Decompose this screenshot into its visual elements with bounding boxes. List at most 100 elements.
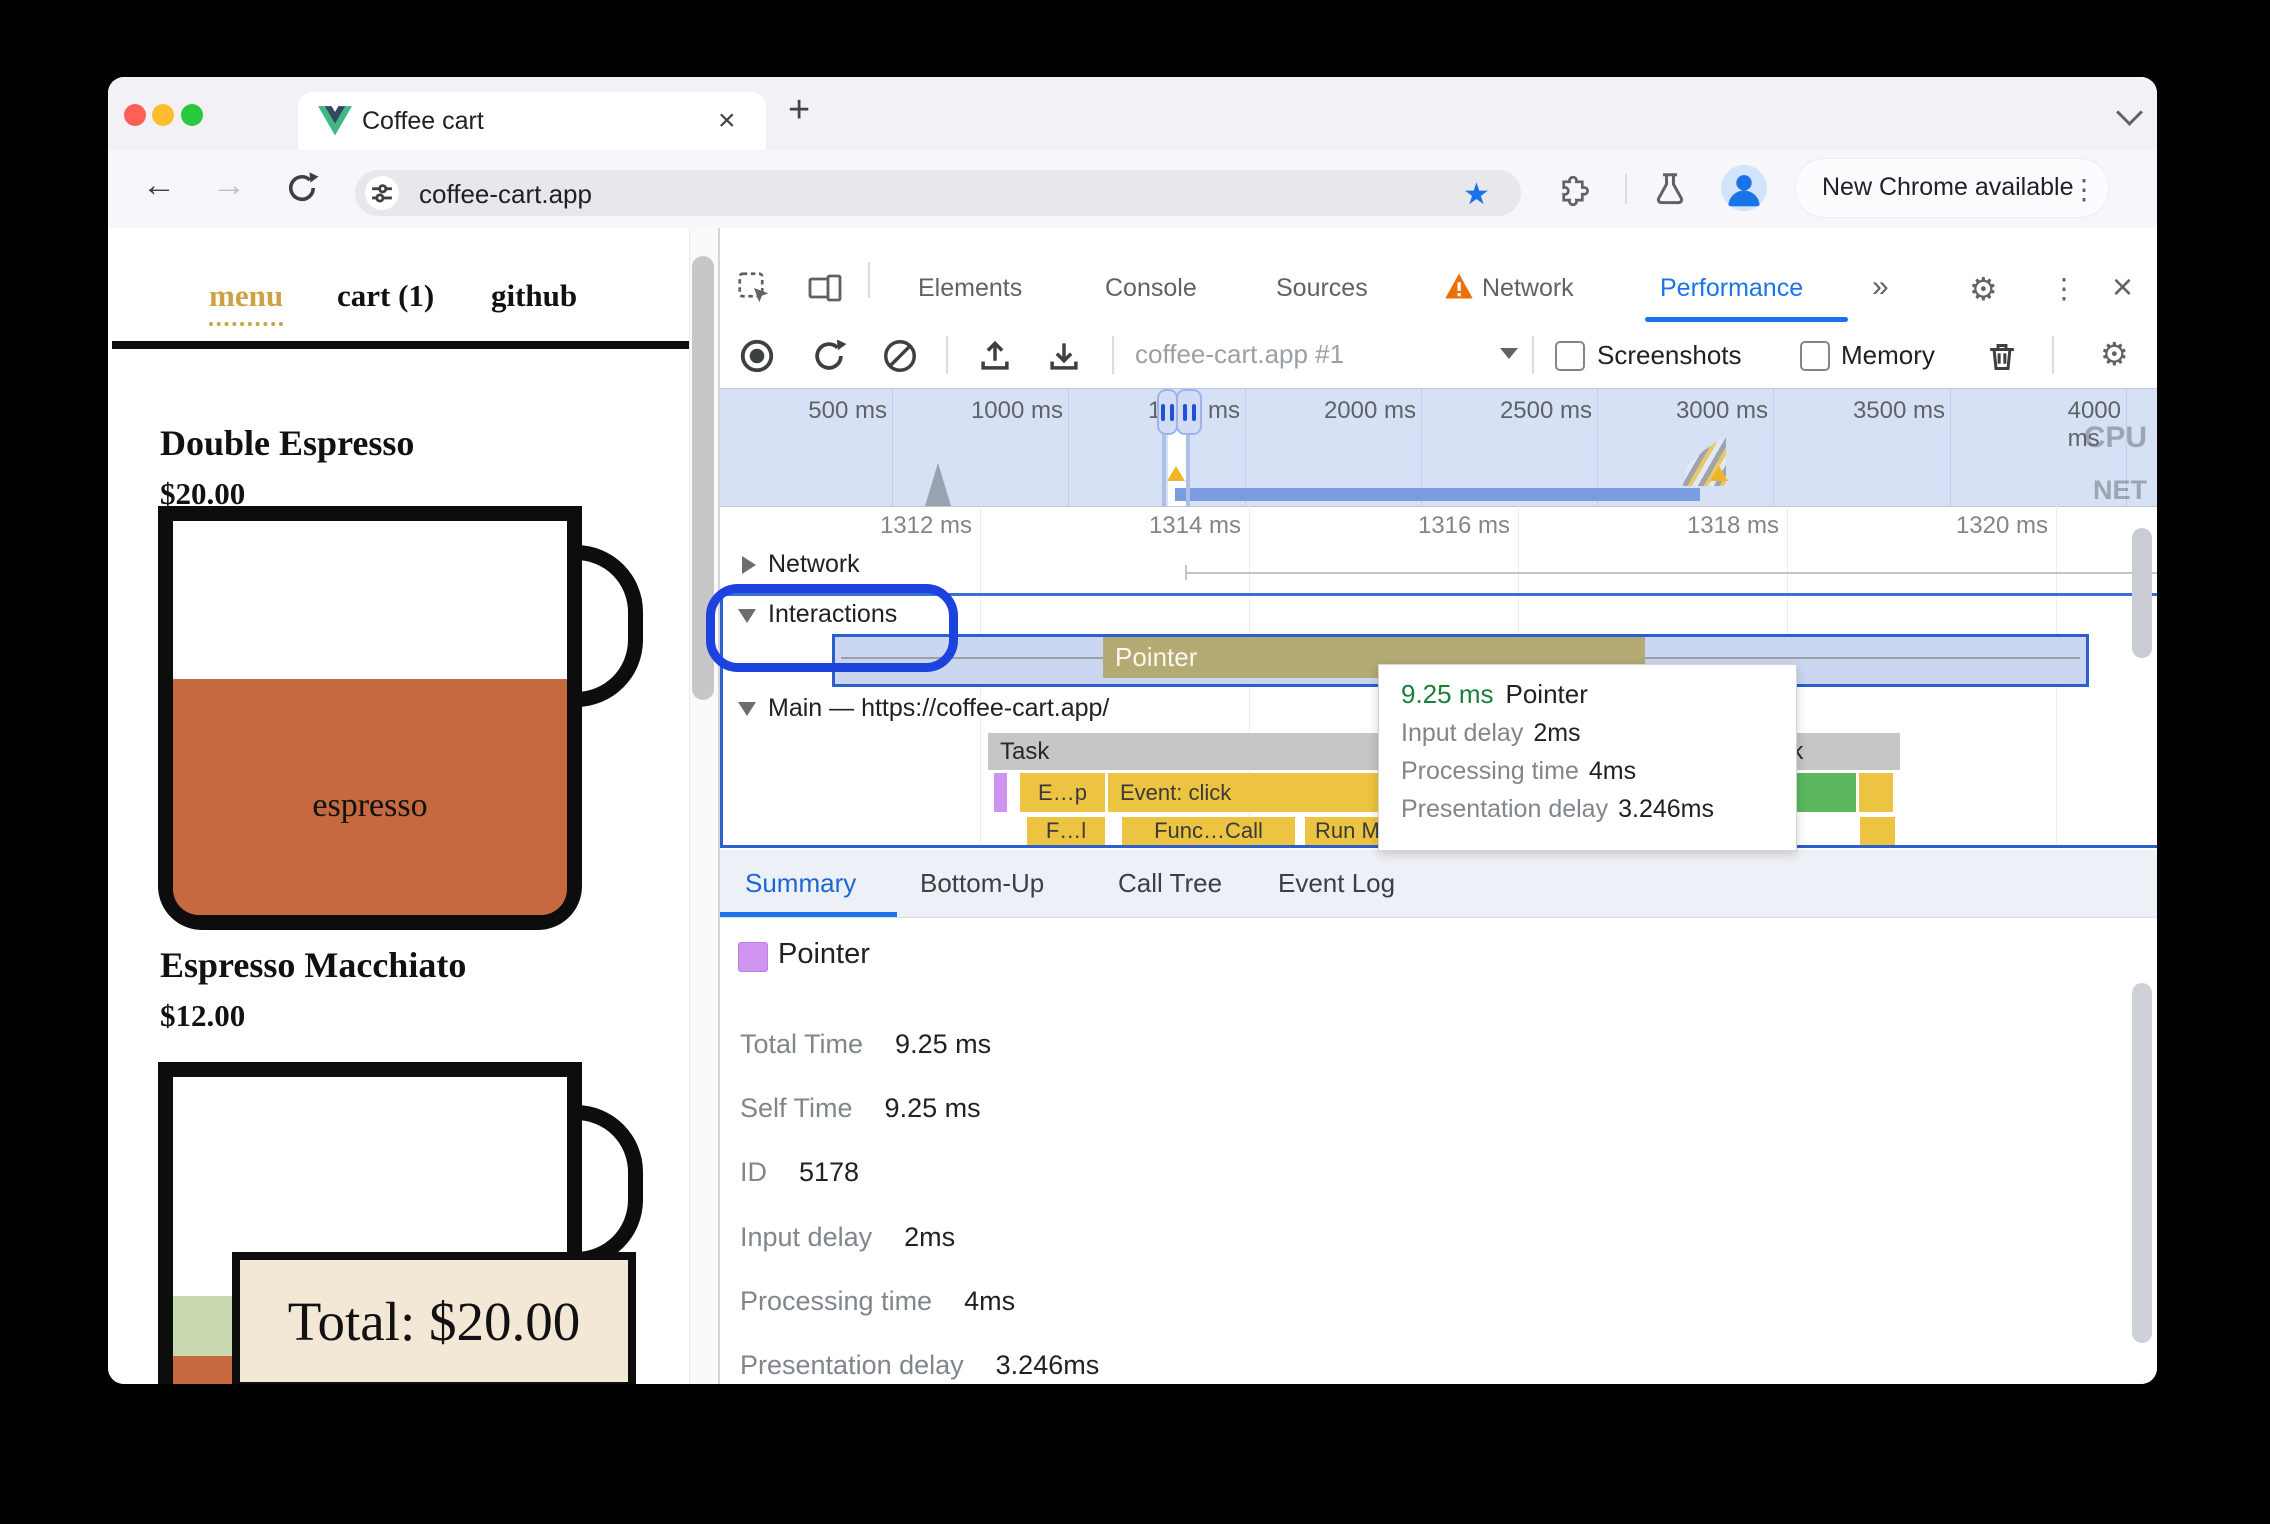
summary-row: ID 5178 [740, 1157, 860, 1187]
back-icon[interactable]: ← [142, 166, 176, 205]
flame-pointer-event-bar[interactable] [994, 773, 1007, 812]
flame-event-bar[interactable]: E…p [1020, 773, 1105, 812]
capture-settings-gear-icon[interactable]: ⚙ [2100, 335, 2129, 373]
traffic-close-icon[interactable] [124, 104, 146, 126]
browser-toolbar: ← → coffee-cart.app ★ New Chrome availab… [108, 150, 2157, 229]
main-expand-icon[interactable] [738, 702, 756, 716]
devtools-panel: Elements Console Sources Network Perform… [706, 228, 2157, 1384]
flame-bar[interactable] [1860, 817, 1895, 845]
tab-close-icon[interactable]: × [718, 104, 736, 138]
session-select[interactable]: coffee-cart.app #1 [1135, 339, 1344, 370]
new-tab-button[interactable]: + [788, 89, 810, 132]
devtools-settings-gear-icon[interactable]: ⚙ [1969, 270, 1998, 308]
warning-triangle-icon [1167, 466, 1185, 481]
toolbar-divider [1625, 174, 1627, 204]
perfbar-divider [946, 336, 948, 374]
warning-triangle-icon [1710, 466, 1728, 481]
session-caret-icon[interactable] [1500, 348, 1518, 359]
tooltip-row-value: 2ms [1533, 719, 1581, 747]
tab-search-chevron-icon[interactable] [2116, 99, 2143, 126]
record-icon[interactable] [738, 337, 776, 375]
screenshots-label[interactable]: Screenshots [1597, 340, 1742, 371]
network-track-label[interactable]: Network [768, 550, 860, 579]
nav-cart-link[interactable]: cart (1) [337, 278, 434, 314]
tooltip-row-label: Input delay [1401, 719, 1524, 747]
clear-icon[interactable] [881, 337, 919, 375]
ruler-tick: 1316 ms [1417, 512, 1510, 539]
tracks-scrollbar-thumb[interactable] [2132, 528, 2152, 658]
upload-profile-icon[interactable] [976, 337, 1014, 375]
profile-avatar[interactable] [1721, 165, 1767, 211]
bookmark-star-icon[interactable]: ★ [1463, 177, 1490, 212]
tab-performance[interactable]: Performance [1660, 274, 1803, 303]
flame-function-call-bar[interactable]: Func…Call [1122, 817, 1295, 845]
traffic-zoom-icon[interactable] [181, 104, 203, 126]
traffic-minimize-icon[interactable] [152, 104, 174, 126]
devtools-kebab-icon[interactable]: ⋮ [2050, 272, 2078, 305]
summary-row: Input delay 2ms [740, 1222, 956, 1252]
tab-bottom-up[interactable]: Bottom-Up [920, 868, 1044, 899]
main-track-label[interactable]: Main — https://coffee-cart.app/ [768, 694, 1109, 723]
mug-label: espresso [312, 787, 428, 824]
summary-scrollbar-thumb[interactable] [2132, 983, 2152, 1343]
nav-github-link[interactable]: github [491, 278, 577, 314]
forward-icon[interactable]: → [212, 166, 246, 205]
nav-menu-link[interactable]: menu [209, 278, 284, 326]
cpu-activity-spike [925, 463, 951, 506]
ruler-tick: 1320 ms [1955, 512, 2048, 539]
tooltip-duration: 9.25 ms [1401, 679, 1494, 709]
overview-tick: 2500 ms [1499, 397, 1592, 424]
collect-garbage-icon[interactable] [1983, 336, 2021, 374]
memory-checkbox[interactable] [1800, 341, 1830, 371]
interaction-tooltip: 9.25 ms Pointer Input delay 2ms Processing… [1378, 664, 1797, 851]
browser-tab[interactable]: Coffee cart × [298, 92, 766, 150]
product-mug-double-espresso[interactable]: espresso [158, 506, 582, 930]
more-tabs-icon[interactable]: » [1872, 270, 1889, 304]
network-collapse-icon[interactable] [742, 556, 756, 574]
selection-left-handle[interactable] [1157, 389, 1178, 435]
tooltip-row-label: Processing time [1401, 757, 1579, 785]
device-toolbar-icon[interactable] [806, 270, 844, 306]
tab-console[interactable]: Console [1105, 274, 1197, 303]
flame-bar[interactable] [1859, 773, 1893, 812]
experiments-flask-icon[interactable] [1651, 170, 1689, 208]
devtools-close-icon[interactable]: × [2112, 266, 2133, 308]
download-profile-icon[interactable] [1045, 337, 1083, 375]
screenshots-checkbox[interactable] [1555, 341, 1585, 371]
tab-title: Coffee cart [362, 107, 484, 135]
site-settings-icon[interactable] [365, 176, 399, 210]
tab-sources[interactable]: Sources [1276, 274, 1368, 303]
flame-task-bar[interactable] [1859, 733, 1896, 770]
tab-network[interactable]: Network [1482, 274, 1574, 303]
timeline-overview[interactable]: 500 ms 1000 ms 1500 ms 2000 ms 2500 ms 3… [720, 388, 2157, 507]
inspect-element-icon[interactable] [736, 270, 772, 306]
extensions-puzzle-icon[interactable] [1555, 171, 1591, 207]
reload-icon[interactable] [284, 170, 320, 206]
record-reload-icon[interactable] [810, 337, 848, 375]
selection-left-guide[interactable] [1162, 431, 1166, 506]
tabbar-divider [868, 262, 870, 298]
address-bar[interactable]: coffee-cart.app ★ [355, 170, 1521, 216]
tab-event-log[interactable]: Event Log [1278, 868, 1395, 899]
url-text[interactable]: coffee-cart.app [419, 179, 592, 210]
perfbar-divider [2052, 336, 2054, 374]
tab-summary[interactable]: Summary [745, 868, 856, 899]
ruler-tick: 1312 ms [879, 512, 972, 539]
devtools-tabbar: Elements Console Sources Network Perform… [720, 228, 2157, 323]
selection-right-handle[interactable] [1176, 389, 1202, 435]
net-lane-label: NET [2093, 475, 2147, 505]
summary-row: Presentation delay 3.246ms [740, 1350, 1100, 1380]
overview-tick: 500 ms [808, 397, 887, 424]
selection-right-guide[interactable] [1186, 431, 1190, 506]
flame-function-bar[interactable]: F…l [1027, 817, 1105, 845]
active-details-tab-underline [720, 912, 897, 917]
memory-label[interactable]: Memory [1841, 340, 1935, 371]
ruler-tick: 1314 ms [1148, 512, 1241, 539]
browser-menu-kebab-icon[interactable]: ⋮ [2070, 173, 2098, 206]
performance-toolbar: coffee-cart.app #1 Screenshots Memory ⚙ [720, 322, 2157, 388]
network-warning-icon [1444, 272, 1474, 300]
tab-call-tree[interactable]: Call Tree [1118, 868, 1222, 899]
tab-elements[interactable]: Elements [918, 274, 1022, 303]
tooltip-row-value: 3.246ms [1618, 795, 1714, 823]
update-chrome-button[interactable]: New Chrome available ⋮ [1795, 158, 2109, 218]
